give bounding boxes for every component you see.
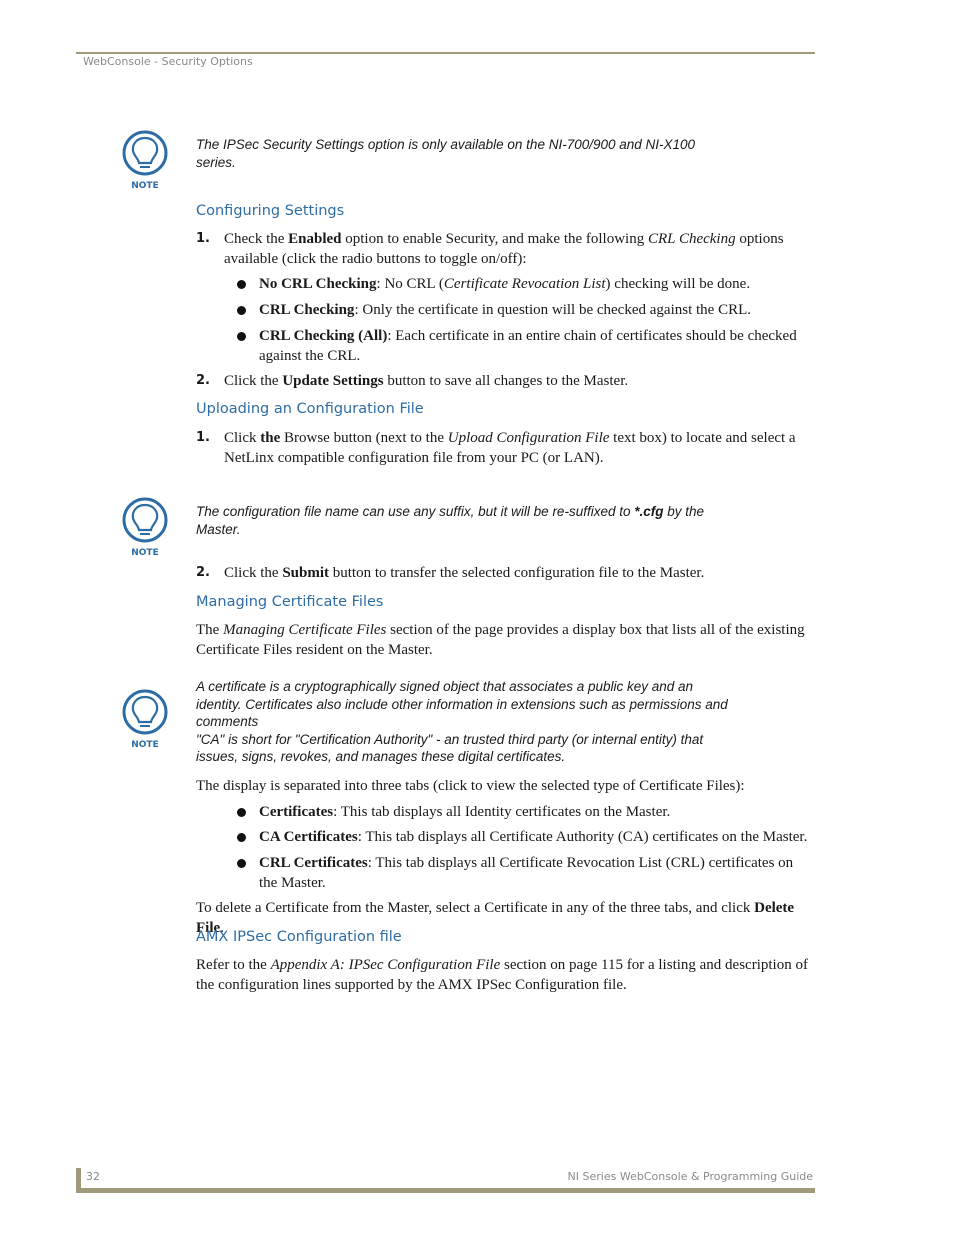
heading-configuring-settings: Configuring Settings — [196, 203, 345, 219]
heading-uploading-configuration-file: Uploading an Configuration File — [196, 401, 424, 417]
bullet-text: Certificates: This tab displays all Iden… — [259, 804, 671, 820]
bullet-text: CRL Checking: Only the certificate in qu… — [259, 302, 751, 318]
header-rule — [76, 52, 815, 54]
footer-bar — [76, 1168, 81, 1190]
note-label: NOTE — [131, 740, 158, 750]
footer-rule — [76, 1188, 815, 1193]
note-label: NOTE — [131, 181, 158, 191]
heading-amx-ipsec-configuration-file: AMX IPSec Configuration file — [196, 929, 402, 945]
heading-managing-certificate-files: Managing Certificate Files — [196, 594, 384, 610]
bullet-text: CA Certificates: This tab displays all C… — [259, 829, 808, 845]
paragraph: Refer to the Appendix A: IPSec Configura… — [196, 957, 808, 993]
bullet-icon — [237, 833, 246, 842]
bullet-icon — [237, 306, 246, 315]
step-number: 1. — [196, 430, 210, 445]
note-text: A certificate is a cryptographically sig… — [196, 679, 728, 764]
note-text: The configuration file name can use any … — [196, 504, 705, 537]
note-lightbulb-icon: NOTE — [122, 130, 168, 191]
step-number: 2. — [196, 565, 210, 580]
paragraph: The display is separated into three tabs… — [196, 778, 745, 794]
step-text: Click the Submit button to transfer the … — [224, 565, 705, 581]
step-text: Check the Enabled option to enable Secur… — [224, 231, 784, 267]
note-lightbulb-icon: NOTE — [122, 689, 168, 750]
bullet-icon — [237, 859, 246, 868]
note-label: NOTE — [131, 548, 158, 558]
note-lightbulb-icon: NOTE — [122, 497, 168, 558]
step-text: Click the Update Settings button to save… — [224, 373, 629, 389]
bullet-icon — [237, 332, 246, 341]
note-text: The IPSec Security Settings option is on… — [196, 137, 696, 170]
bullet-text: CRL Certificates: This tab displays all … — [259, 855, 794, 891]
footer-title: NI Series WebConsole & Programming Guide — [567, 1170, 813, 1183]
paragraph: The Managing Certificate Files section o… — [196, 622, 805, 658]
bullet-text: No CRL Checking: No CRL (Certificate Rev… — [259, 276, 751, 292]
bullet-icon — [237, 808, 246, 817]
running-header: WebConsole - Security Options — [83, 55, 253, 68]
step-text: Click the Browse button (next to the Upl… — [224, 430, 796, 466]
step-number: 2. — [196, 373, 210, 388]
page-number: 32 — [86, 1170, 100, 1183]
bullet-icon — [237, 280, 246, 289]
step-number: 1. — [196, 231, 210, 246]
bullet-text: CRL Checking (All): Each certificate in … — [259, 328, 797, 364]
